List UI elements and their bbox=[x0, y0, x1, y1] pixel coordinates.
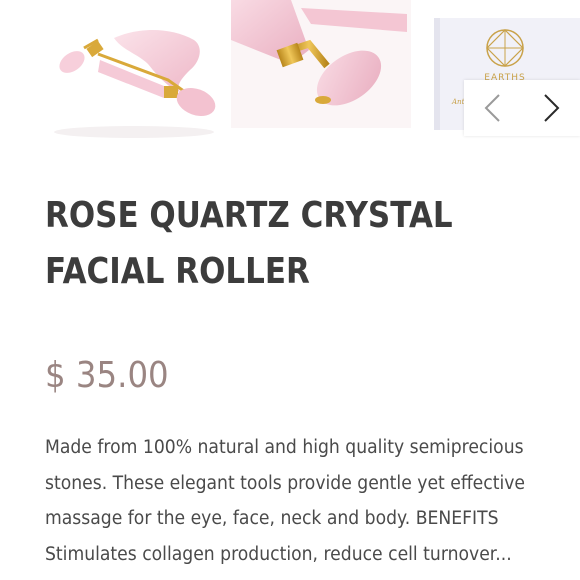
roller-closeup-photo bbox=[231, 0, 411, 128]
svg-text:Ant: Ant bbox=[451, 98, 465, 106]
gallery-thumbnail-1[interactable] bbox=[44, 0, 220, 140]
roller-and-gua-sha-photo bbox=[54, 30, 216, 138]
previous-image-button[interactable] bbox=[464, 80, 522, 136]
chevron-right-icon bbox=[544, 94, 560, 122]
product-description: Made from 100% natural and high quality … bbox=[45, 437, 526, 565]
next-image-button[interactable] bbox=[522, 80, 580, 136]
chevron-left-icon bbox=[484, 94, 500, 122]
image-gallery: EARTHS Ant bbox=[0, 0, 580, 150]
product-price: $ 35.00 bbox=[45, 355, 169, 396]
gallery-thumbnail-2[interactable] bbox=[231, 0, 411, 128]
product-title: ROSE QUARTZ CRYSTAL FACIAL ROLLER bbox=[45, 195, 453, 292]
product-page: EARTHS Ant ROSE QUARTZ CRYSTAL FACIAL RO… bbox=[0, 0, 580, 580]
carousel-controls bbox=[464, 80, 580, 136]
